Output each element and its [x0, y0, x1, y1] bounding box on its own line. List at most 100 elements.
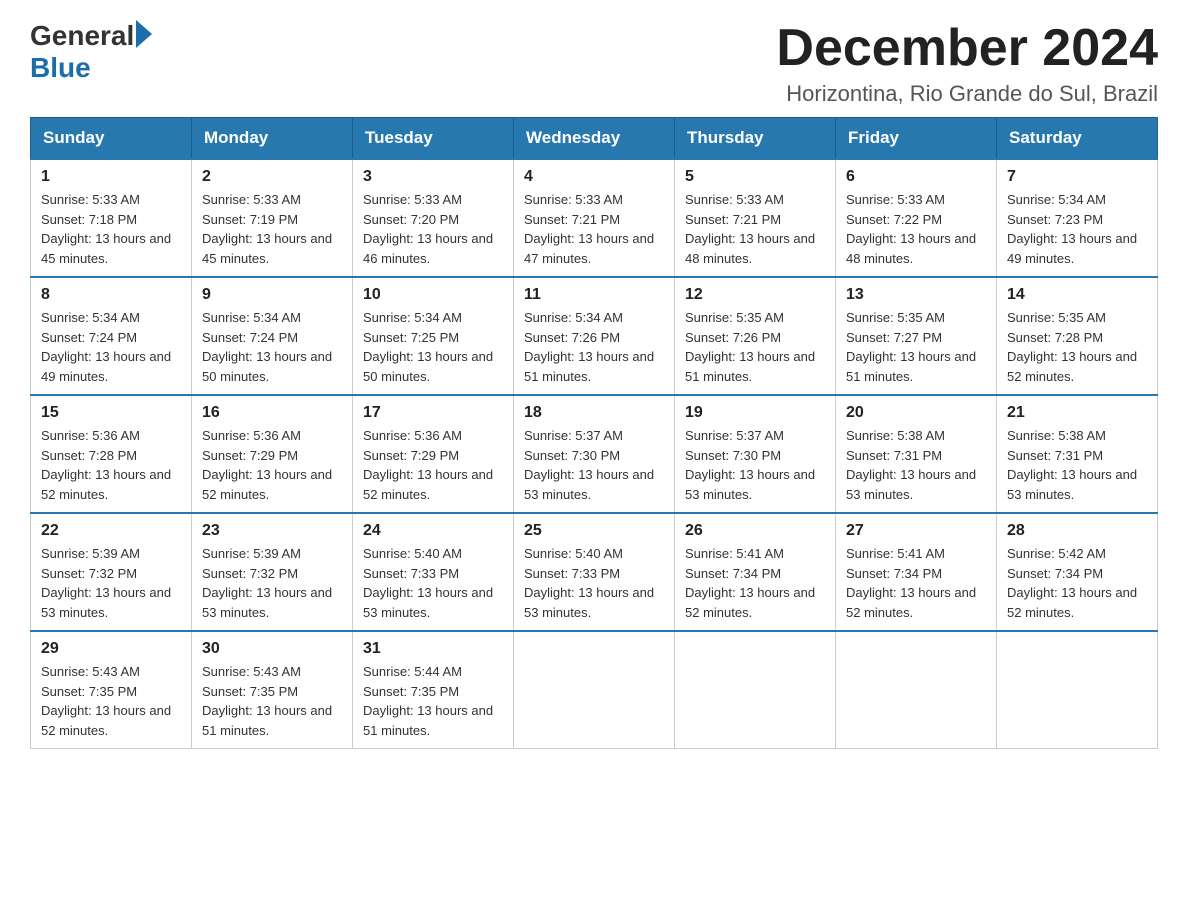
- title-section: December 2024 Horizontina, Rio Grande do…: [776, 20, 1158, 107]
- day-info: Sunrise: 5:43 AMSunset: 7:35 PMDaylight:…: [41, 662, 181, 740]
- day-info: Sunrise: 5:41 AMSunset: 7:34 PMDaylight:…: [846, 544, 986, 622]
- day-number: 23: [202, 522, 342, 540]
- day-number: 25: [524, 522, 664, 540]
- day-number: 6: [846, 168, 986, 186]
- day-info: Sunrise: 5:40 AMSunset: 7:33 PMDaylight:…: [363, 544, 503, 622]
- day-number: 16: [202, 404, 342, 422]
- day-info: Sunrise: 5:33 AMSunset: 7:19 PMDaylight:…: [202, 190, 342, 268]
- calendar-cell: 31Sunrise: 5:44 AMSunset: 7:35 PMDayligh…: [353, 631, 514, 749]
- calendar-cell: 14Sunrise: 5:35 AMSunset: 7:28 PMDayligh…: [997, 277, 1158, 395]
- day-info: Sunrise: 5:42 AMSunset: 7:34 PMDaylight:…: [1007, 544, 1147, 622]
- calendar-cell: 28 Sunrise: 5:42 AMSunset: 7:34 PMDayligh…: [997, 513, 1158, 631]
- day-info: Sunrise: 5:38 AMSunset: 7:31 PMDaylight:…: [1007, 426, 1147, 504]
- weekday-header-wednesday: Wednesday: [514, 118, 675, 160]
- calendar-cell: 2Sunrise: 5:33 AMSunset: 7:19 PMDaylight…: [192, 159, 353, 277]
- day-number: 8: [41, 286, 181, 304]
- calendar-cell: [997, 631, 1158, 749]
- day-info: Sunrise: 5:43 AMSunset: 7:35 PMDaylight:…: [202, 662, 342, 740]
- day-info: Sunrise: 5:33 AMSunset: 7:21 PMDaylight:…: [685, 190, 825, 268]
- calendar-cell: 20 Sunrise: 5:38 AMSunset: 7:31 PMDayligh…: [836, 395, 997, 513]
- day-number: 24: [363, 522, 503, 540]
- day-info: Sunrise: 5:35 AMSunset: 7:27 PMDaylight:…: [846, 308, 986, 386]
- day-info: Sunrise: 5:40 AMSunset: 7:33 PMDaylight:…: [524, 544, 664, 622]
- page-subtitle: Horizontina, Rio Grande do Sul, Brazil: [776, 81, 1158, 107]
- day-info: Sunrise: 5:39 AMSunset: 7:32 PMDaylight:…: [202, 544, 342, 622]
- day-info: Sunrise: 5:41 AMSunset: 7:34 PMDaylight:…: [685, 544, 825, 622]
- calendar-cell: 1Sunrise: 5:33 AMSunset: 7:18 PMDaylight…: [31, 159, 192, 277]
- calendar-cell: [836, 631, 997, 749]
- day-info: Sunrise: 5:33 AMSunset: 7:22 PMDaylight:…: [846, 190, 986, 268]
- calendar-table: SundayMondayTuesdayWednesdayThursdayFrid…: [30, 117, 1158, 749]
- day-number: 12: [685, 286, 825, 304]
- calendar-cell: 23 Sunrise: 5:39 AMSunset: 7:32 PMDayligh…: [192, 513, 353, 631]
- calendar-cell: 10Sunrise: 5:34 AMSunset: 7:25 PMDayligh…: [353, 277, 514, 395]
- calendar-cell: 16 Sunrise: 5:36 AMSunset: 7:29 PMDayligh…: [192, 395, 353, 513]
- calendar-cell: 22 Sunrise: 5:39 AMSunset: 7:32 PMDayligh…: [31, 513, 192, 631]
- calendar-cell: 30 Sunrise: 5:43 AMSunset: 7:35 PMDayligh…: [192, 631, 353, 749]
- day-number: 22: [41, 522, 181, 540]
- day-number: 14: [1007, 286, 1147, 304]
- calendar-week-row: 1Sunrise: 5:33 AMSunset: 7:18 PMDaylight…: [31, 159, 1158, 277]
- day-number: 13: [846, 286, 986, 304]
- calendar-cell: 25 Sunrise: 5:40 AMSunset: 7:33 PMDayligh…: [514, 513, 675, 631]
- day-info: Sunrise: 5:37 AMSunset: 7:30 PMDaylight:…: [685, 426, 825, 504]
- calendar-cell: 21 Sunrise: 5:38 AMSunset: 7:31 PMDayligh…: [997, 395, 1158, 513]
- day-info: Sunrise: 5:34 AMSunset: 7:25 PMDaylight:…: [363, 308, 503, 386]
- day-number: 27: [846, 522, 986, 540]
- day-info: Sunrise: 5:36 AMSunset: 7:29 PMDaylight:…: [363, 426, 503, 504]
- day-number: 17: [363, 404, 503, 422]
- day-number: 29: [41, 640, 181, 658]
- day-number: 3: [363, 168, 503, 186]
- calendar-cell: 4 Sunrise: 5:33 AMSunset: 7:21 PMDaylight…: [514, 159, 675, 277]
- day-number: 11: [524, 286, 664, 304]
- day-info: Sunrise: 5:44 AMSunset: 7:35 PMDaylight:…: [363, 662, 503, 740]
- day-number: 15: [41, 404, 181, 422]
- day-info: Sunrise: 5:34 AMSunset: 7:23 PMDaylight:…: [1007, 190, 1147, 268]
- calendar-cell: [675, 631, 836, 749]
- calendar-cell: 11 Sunrise: 5:34 AMSunset: 7:26 PMDayligh…: [514, 277, 675, 395]
- calendar-week-row: 8 Sunrise: 5:34 AMSunset: 7:24 PMDaylight…: [31, 277, 1158, 395]
- weekday-header-saturday: Saturday: [997, 118, 1158, 160]
- day-number: 4: [524, 168, 664, 186]
- day-number: 30: [202, 640, 342, 658]
- calendar-cell: [514, 631, 675, 749]
- day-number: 18: [524, 404, 664, 422]
- weekday-header-tuesday: Tuesday: [353, 118, 514, 160]
- calendar-cell: 27 Sunrise: 5:41 AMSunset: 7:34 PMDayligh…: [836, 513, 997, 631]
- calendar-cell: 18 Sunrise: 5:37 AMSunset: 7:30 PMDayligh…: [514, 395, 675, 513]
- weekday-header-monday: Monday: [192, 118, 353, 160]
- day-info: Sunrise: 5:36 AMSunset: 7:28 PMDaylight:…: [41, 426, 181, 504]
- day-number: 5: [685, 168, 825, 186]
- weekday-header-thursday: Thursday: [675, 118, 836, 160]
- day-info: Sunrise: 5:33 AMSunset: 7:21 PMDaylight:…: [524, 190, 664, 268]
- day-info: Sunrise: 5:37 AMSunset: 7:30 PMDaylight:…: [524, 426, 664, 504]
- calendar-cell: 24 Sunrise: 5:40 AMSunset: 7:33 PMDayligh…: [353, 513, 514, 631]
- calendar-week-row: 29 Sunrise: 5:43 AMSunset: 7:35 PMDayligh…: [31, 631, 1158, 749]
- day-number: 21: [1007, 404, 1147, 422]
- day-info: Sunrise: 5:34 AMSunset: 7:24 PMDaylight:…: [41, 308, 181, 386]
- day-info: Sunrise: 5:33 AMSunset: 7:20 PMDaylight:…: [363, 190, 503, 268]
- day-info: Sunrise: 5:34 AMSunset: 7:26 PMDaylight:…: [524, 308, 664, 386]
- day-number: 28: [1007, 522, 1147, 540]
- calendar-cell: 8 Sunrise: 5:34 AMSunset: 7:24 PMDaylight…: [31, 277, 192, 395]
- page-title: December 2024: [776, 20, 1158, 77]
- calendar-week-row: 22 Sunrise: 5:39 AMSunset: 7:32 PMDayligh…: [31, 513, 1158, 631]
- calendar-cell: 12 Sunrise: 5:35 AMSunset: 7:26 PMDayligh…: [675, 277, 836, 395]
- calendar-cell: 9Sunrise: 5:34 AMSunset: 7:24 PMDaylight…: [192, 277, 353, 395]
- calendar-cell: 26Sunrise: 5:41 AMSunset: 7:34 PMDayligh…: [675, 513, 836, 631]
- logo-blue-text: Blue: [30, 52, 91, 84]
- calendar-cell: 5 Sunrise: 5:33 AMSunset: 7:21 PMDaylight…: [675, 159, 836, 277]
- day-info: Sunrise: 5:34 AMSunset: 7:24 PMDaylight:…: [202, 308, 342, 386]
- calendar-cell: 7Sunrise: 5:34 AMSunset: 7:23 PMDaylight…: [997, 159, 1158, 277]
- weekday-header-sunday: Sunday: [31, 118, 192, 160]
- day-info: Sunrise: 5:39 AMSunset: 7:32 PMDaylight:…: [41, 544, 181, 622]
- day-info: Sunrise: 5:36 AMSunset: 7:29 PMDaylight:…: [202, 426, 342, 504]
- day-info: Sunrise: 5:35 AMSunset: 7:26 PMDaylight:…: [685, 308, 825, 386]
- calendar-week-row: 15 Sunrise: 5:36 AMSunset: 7:28 PMDayligh…: [31, 395, 1158, 513]
- day-number: 19: [685, 404, 825, 422]
- calendar-cell: 17 Sunrise: 5:36 AMSunset: 7:29 PMDayligh…: [353, 395, 514, 513]
- day-number: 20: [846, 404, 986, 422]
- logo: General Blue: [30, 20, 152, 84]
- day-info: Sunrise: 5:38 AMSunset: 7:31 PMDaylight:…: [846, 426, 986, 504]
- weekday-header-friday: Friday: [836, 118, 997, 160]
